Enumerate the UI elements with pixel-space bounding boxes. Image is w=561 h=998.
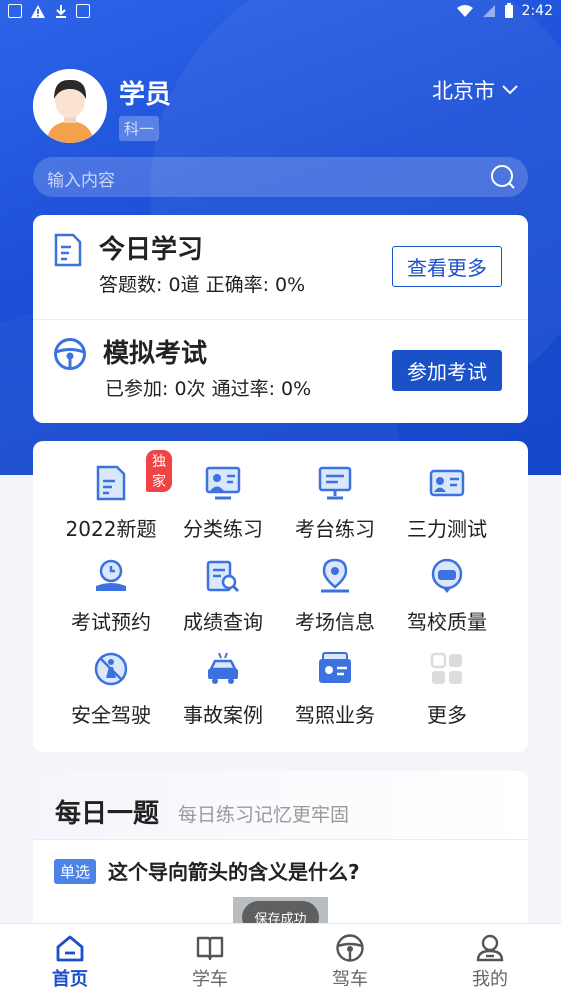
view-more-button[interactable]: 查看更多 [392, 246, 502, 287]
license-service-icon [319, 652, 351, 683]
category-practice-icon [205, 466, 241, 500]
tab-learn[interactable]: 学车 [140, 924, 280, 998]
daily-question-title: 每日一题 [55, 799, 160, 829]
grid-item-category-practice[interactable]: 分类练习 [167, 441, 279, 541]
question-text[interactable]: 这个导向箭头的含义是什么? [108, 856, 360, 885]
status-bar: 2:42 [0, 0, 561, 24]
grid-item-label: 驾照业务 [295, 703, 375, 727]
wifi-icon [456, 5, 473, 17]
mail-notification-icon [8, 4, 22, 18]
steering-wheel-icon [336, 934, 364, 962]
download-notification-icon [56, 5, 66, 18]
exam-site-icon [321, 558, 349, 593]
signal-icon [482, 5, 495, 17]
grid-item-school-quality[interactable]: 驾校质量 [391, 534, 503, 634]
grid-item-exam-desk[interactable]: 考台练习 [279, 441, 391, 541]
tab-label: 驾车 [332, 969, 368, 990]
study-card: 今日学习 答题数: 0道 正确率: 0% 查看更多 模拟考试 已参加: 0次 通… [33, 215, 528, 423]
feature-grid: 独家 2022新题 分类练习 考台练习 三力测试 考试预约 成绩查询 考场信息 … [33, 441, 528, 752]
today-study-title: 今日学习 [99, 235, 204, 265]
exam-booking-icon [96, 559, 126, 591]
exam-desk-icon [318, 466, 352, 500]
app-notification-icon [76, 4, 90, 18]
grid-item-label: 更多 [427, 703, 467, 727]
grid-item-accident-case[interactable]: 事故案例 [167, 627, 279, 727]
home-icon [56, 935, 84, 962]
tab-label: 我的 [472, 969, 508, 990]
profile-icon [476, 934, 504, 962]
book-icon [196, 936, 224, 961]
warning-notification-icon [31, 5, 45, 18]
document-icon [54, 233, 82, 267]
city-selector[interactable]: 北京市 [432, 75, 519, 105]
tab-profile[interactable]: 我的 [420, 924, 560, 998]
search-placeholder: 输入内容 [47, 171, 115, 191]
tab-drive[interactable]: 驾车 [280, 924, 420, 998]
grid-item-label: 事故案例 [183, 703, 263, 727]
today-study-row: 今日学习 答题数: 0道 正确率: 0% 查看更多 [33, 215, 528, 320]
safe-driving-icon [94, 652, 128, 686]
grid-item-exam-site[interactable]: 考场信息 [279, 534, 391, 634]
grid-item-safe-driving[interactable]: 安全驾驶 [55, 627, 167, 727]
tab-label: 学车 [192, 969, 228, 990]
mock-exam-stats: 已参加: 0次 通过率: 0% [105, 378, 312, 400]
grid-item-exam-booking[interactable]: 考试预约 [55, 534, 167, 634]
mock-exam-row: 模拟考试 已参加: 0次 通过率: 0% 参加考试 [33, 319, 528, 423]
username: 学员 [119, 80, 172, 110]
avatar[interactable] [33, 69, 107, 143]
take-exam-button[interactable]: 参加考试 [392, 350, 502, 391]
city-label: 北京市 [432, 79, 495, 103]
steering-wheel-icon [54, 338, 86, 370]
grid-item-score-query[interactable]: 成绩查询 [167, 534, 279, 634]
daily-question-header: 每日一题 每日练习记忆更牢固 [33, 771, 528, 840]
score-query-icon [206, 560, 240, 593]
chevron-down-icon [502, 85, 518, 95]
three-ability-icon [429, 469, 465, 497]
subject-badge[interactable]: 科一 [119, 116, 160, 141]
new-questions-icon [96, 465, 126, 501]
grid-item-license-service[interactable]: 驾照业务 [279, 627, 391, 727]
clock: 2:42 [521, 3, 553, 19]
grid-item-label: 安全驾驶 [71, 703, 151, 727]
tab-home[interactable]: 首页 [0, 924, 140, 998]
grid-item-more[interactable]: 更多 [391, 627, 503, 727]
daily-question-subtitle: 每日练习记忆更牢固 [178, 804, 350, 826]
grid-item-new-questions[interactable]: 独家 2022新题 [55, 441, 172, 541]
tab-label: 首页 [52, 969, 88, 990]
mock-exam-title: 模拟考试 [103, 339, 208, 369]
today-study-stats: 答题数: 0道 正确率: 0% [99, 274, 306, 296]
battery-icon [504, 3, 513, 18]
school-quality-icon [431, 558, 463, 593]
question-type-tag: 单选 [54, 859, 97, 884]
accident-case-icon [208, 652, 238, 684]
more-icon [430, 652, 462, 684]
search-icon[interactable] [490, 164, 516, 190]
grid-item-three-ability[interactable]: 三力测试 [391, 441, 503, 541]
bottom-tab-bar: 首页 学车 驾车 我的 [0, 923, 561, 998]
search-input[interactable]: 输入内容 [33, 157, 528, 197]
